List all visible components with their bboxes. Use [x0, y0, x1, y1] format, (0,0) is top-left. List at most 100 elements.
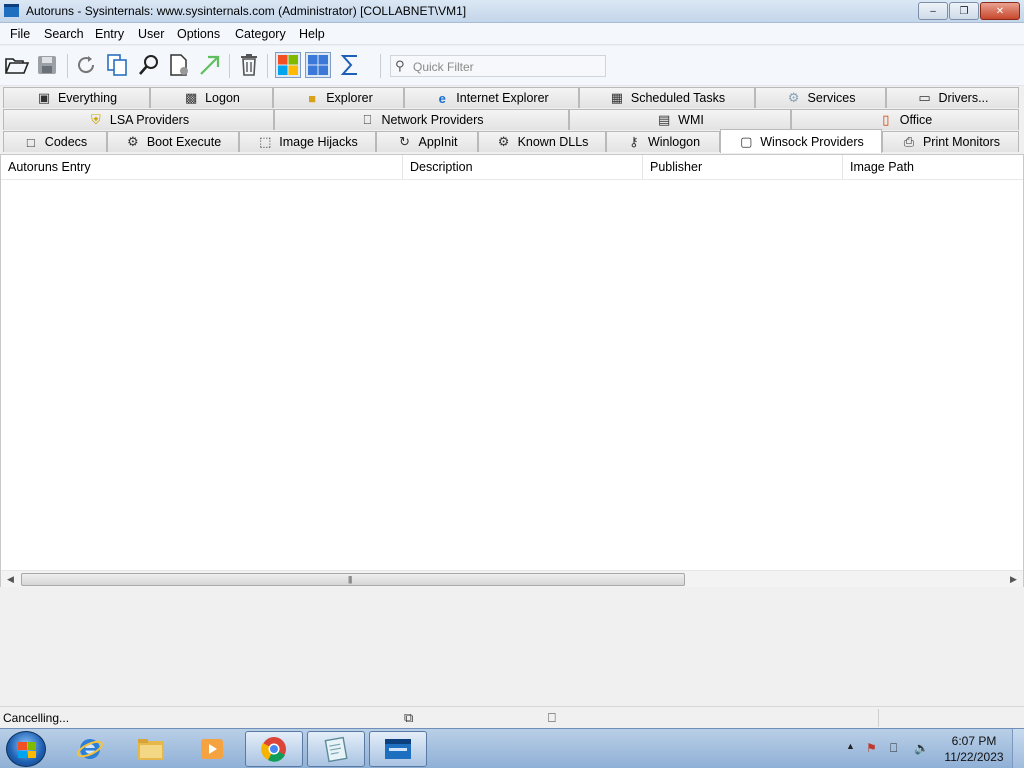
toolbar-separator — [380, 54, 381, 78]
menu-entry[interactable]: Entry — [95, 27, 124, 41]
logon-icon: ▩ — [184, 90, 198, 105]
header-divider — [1, 179, 1023, 180]
horizontal-scrollbar[interactable]: ◀ ||| ▶ — [1, 570, 1023, 587]
menu-user[interactable]: User — [138, 27, 164, 41]
boot-gears-icon: ⚙ — [126, 134, 139, 149]
tab-drivers[interactable]: ▭ Drivers... — [886, 87, 1019, 108]
scrollbar-thumb[interactable]: ||| — [21, 573, 685, 586]
tab-everything[interactable]: ▣ Everything — [3, 87, 150, 108]
autoruns-app-icon — [4, 4, 19, 17]
tab-appinit[interactable]: ↻ AppInit — [376, 131, 478, 152]
minimize-button[interactable]: – — [918, 2, 948, 20]
tab-office[interactable]: ▯ Office — [791, 109, 1019, 130]
tab-wmi[interactable]: ▤ WMI — [569, 109, 791, 130]
tab-explorer[interactable]: ■ Explorer — [273, 87, 404, 108]
taskbar: ▲ ⚑ ⎕ 🔈 6:07 PM 11/22/2023 — [0, 728, 1024, 768]
known-dlls-icon: ⚙ — [497, 134, 510, 149]
notepad-icon[interactable] — [307, 731, 365, 767]
codecs-icon: □ — [26, 134, 35, 150]
jump-icon[interactable] — [197, 52, 223, 78]
properties-icon[interactable] — [166, 52, 192, 78]
title-bar: Autoruns - Sysinternals: www.sysinternal… — [0, 0, 1024, 23]
internet-explorer-icon: e — [438, 90, 446, 106]
menu-search[interactable]: Search — [44, 27, 84, 41]
quick-filter[interactable]: ⚲ — [390, 55, 606, 77]
clock[interactable]: 6:07 PM 11/22/2023 — [934, 733, 1014, 765]
tab-print-monitors[interactable]: ⎙ Print Monitors — [882, 131, 1019, 152]
column-header-image-path[interactable]: Image Path — [843, 155, 1023, 179]
monitor-icon: ⎕ — [548, 710, 556, 725]
window-title: Autoruns - Sysinternals: www.sysinternal… — [26, 4, 467, 18]
drivers-icon: ▭ — [918, 90, 931, 105]
menu-bar: File Search Entry User Options Category … — [0, 23, 1024, 45]
shield-icon: ⛨ — [91, 112, 101, 127]
windows-view-icon: ⧉ — [404, 710, 414, 725]
category-tabs: ▣ Everything ▩ Logon ■ Explorer e Internet E… — [0, 86, 1024, 154]
column-header-description[interactable]: Description — [403, 155, 643, 179]
save-icon[interactable] — [34, 52, 60, 78]
open-icon[interactable] — [4, 52, 30, 78]
scroll-right-arrow-icon[interactable]: ▶ — [1005, 572, 1022, 587]
network-tray-icon[interactable]: ⎕ — [890, 741, 897, 756]
toolbar-separator — [229, 54, 230, 78]
tab-known-dlls[interactable]: ⚙ Known DLLs — [478, 131, 606, 152]
microsoft-entries-icon[interactable] — [275, 52, 301, 78]
file-explorer-icon[interactable] — [122, 731, 180, 767]
wmi-icon: ▤ — [658, 112, 671, 127]
chrome-icon[interactable] — [245, 731, 303, 767]
tab-scheduled-tasks[interactable]: ▦ Scheduled Tasks — [579, 87, 755, 108]
windows-logo-icon — [18, 742, 36, 758]
copy-icon[interactable] — [104, 52, 130, 78]
tab-winlogon[interactable]: ⚷ Winlogon — [606, 131, 720, 152]
scroll-left-arrow-icon[interactable]: ◀ — [2, 572, 19, 587]
clock-date: 11/22/2023 — [944, 750, 1004, 764]
column-header-publisher[interactable]: Publisher — [643, 155, 843, 179]
tab-codecs[interactable]: □ Codecs — [3, 131, 107, 152]
autoruns-entries-list[interactable]: Autoruns Entry Description Publisher Ima… — [0, 154, 1024, 587]
tab-boot-execute[interactable]: ⚙ Boot Execute — [107, 131, 239, 152]
windows-entries-icon[interactable] — [305, 52, 331, 78]
close-button[interactable]: ✕ — [980, 2, 1020, 20]
media-player-icon[interactable] — [183, 731, 241, 767]
refresh-icon[interactable] — [73, 52, 99, 78]
start-button[interactable] — [6, 731, 46, 767]
tab-internet-explorer[interactable]: e Internet Explorer — [404, 87, 579, 108]
tab-image-hijacks[interactable]: ⬚ Image Hijacks — [239, 131, 376, 152]
autoruns-icon[interactable] — [369, 731, 427, 767]
folder-icon: ■ — [308, 90, 317, 106]
show-desktop-button[interactable] — [1012, 729, 1024, 768]
maximize-button[interactable]: ❐ — [949, 2, 979, 20]
printer-icon: ⎙ — [903, 134, 915, 149]
tab-winsock-providers[interactable]: ▢ Winsock Providers — [720, 129, 882, 153]
menu-help[interactable]: Help — [299, 27, 325, 41]
delete-icon[interactable] — [236, 52, 262, 78]
show-hidden-icons-icon[interactable]: ▲ — [846, 741, 855, 751]
appinit-icon: ↻ — [399, 134, 410, 149]
tab-logon[interactable]: ▩ Logon — [150, 87, 273, 108]
menu-file[interactable]: File — [10, 27, 30, 41]
network-icon: ⎕ — [363, 112, 372, 127]
toolbar: ⚲ — [0, 46, 1024, 86]
action-center-flag-icon[interactable]: ⚑ — [866, 741, 877, 755]
tab-row-3: □ Codecs ⚙ Boot Execute ⬚ Image Hijacks ↻ Ap… — [0, 129, 1024, 153]
winlogon-key-icon: ⚷ — [629, 134, 639, 149]
tab-network-providers[interactable]: ⎕ Network Providers — [274, 109, 569, 130]
window-controls: – ❐ ✕ — [918, 2, 1020, 20]
status-separator — [878, 709, 879, 727]
office-icon: ▯ — [882, 112, 890, 127]
toolbar-separator — [267, 54, 268, 78]
menu-category[interactable]: Category — [235, 27, 286, 41]
tab-services[interactable]: ⚙ Services — [755, 87, 886, 108]
volume-muted-icon[interactable]: 🔈 — [914, 741, 929, 755]
scheduled-tasks-icon: ▦ — [610, 90, 623, 105]
menu-options[interactable]: Options — [177, 27, 220, 41]
services-gear-icon: ⚙ — [787, 90, 800, 105]
sum-icon[interactable] — [337, 52, 363, 78]
find-icon[interactable] — [136, 52, 162, 78]
column-header-autoruns-entry[interactable]: Autoruns Entry — [1, 155, 403, 179]
toolbar-separator — [67, 54, 68, 78]
status-text: Cancelling... — [3, 711, 70, 725]
tab-lsa-providers[interactable]: ⛨ LSA Providers — [3, 109, 274, 130]
quick-filter-input[interactable] — [413, 58, 603, 75]
internet-explorer-icon[interactable] — [61, 731, 119, 767]
